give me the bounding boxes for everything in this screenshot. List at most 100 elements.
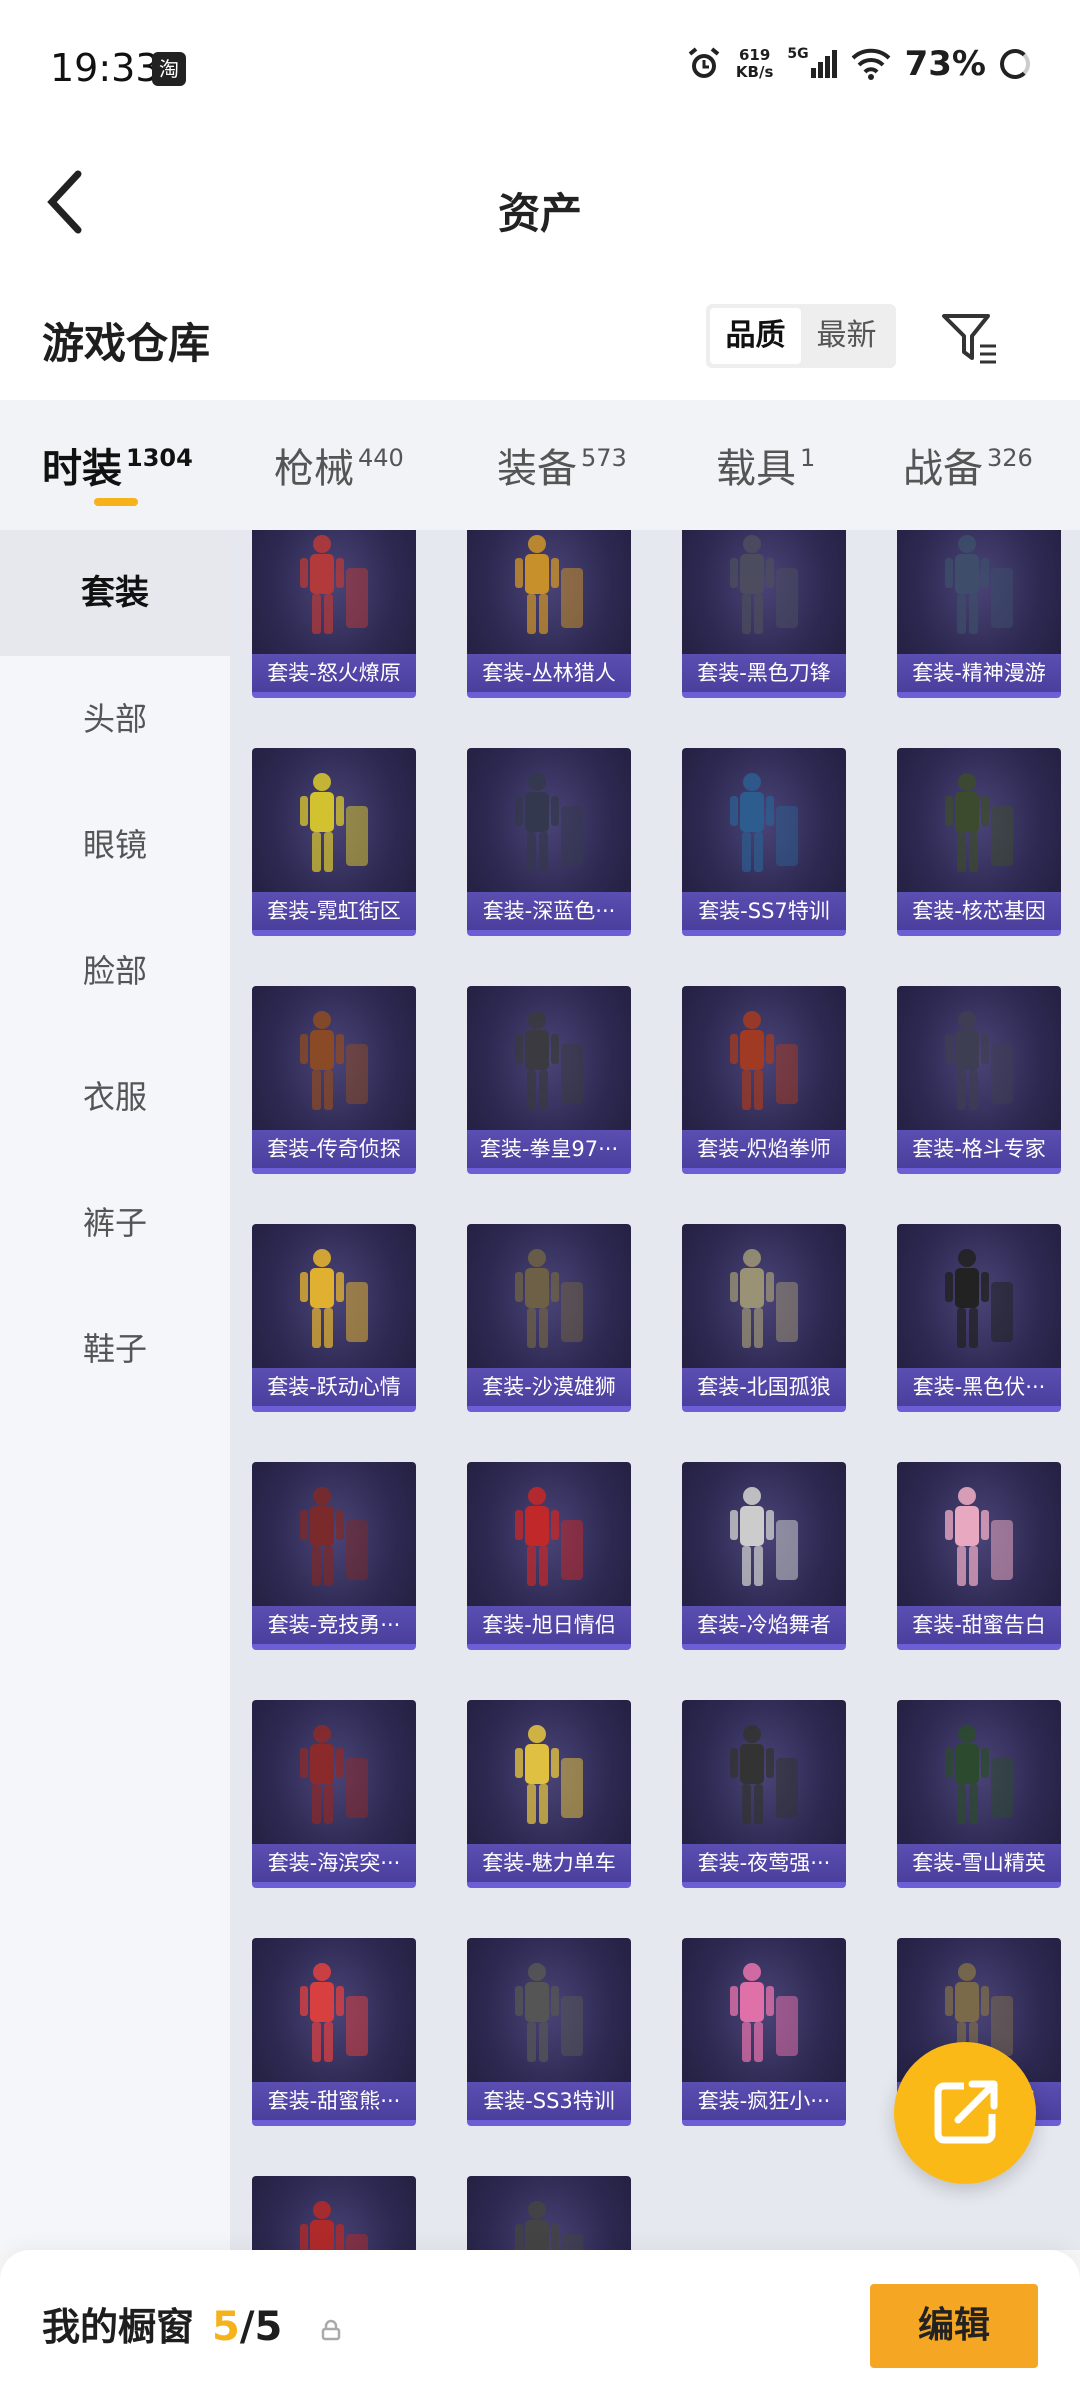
tab-firearms[interactable]: 枪械 440 (274, 436, 404, 494)
item-card-label: 套装-冷焰舞者 (682, 1606, 846, 1644)
item-card[interactable]: 套装-黑色刀锋 (682, 530, 846, 698)
outfit-image (300, 535, 368, 634)
item-card[interactable]: 套装-北国孤狼 (682, 1224, 846, 1412)
item-card[interactable]: 套装-传奇侦探 (252, 986, 416, 1174)
item-grid: 套装-怒火燎原 套装-丛林猎人 套装-黑色刀锋 套装-精神漫游套装-霓虹街区 套装-深蓝… (230, 530, 1080, 2250)
item-card-label: 套装-传奇侦探 (252, 1130, 416, 1168)
item-card[interactable]: 套装-精神漫游 (897, 530, 1061, 698)
item-card[interactable]: 套装-黑色伏··· (897, 1224, 1061, 1412)
battery-ring-icon (1000, 49, 1030, 79)
tab-label: 装备 (497, 446, 577, 492)
item-card-label: 套装-怒火燎原 (252, 654, 416, 692)
item-card-label: 套装-甜蜜熊··· (252, 2082, 416, 2120)
item-card[interactable]: 套装-魅力单车 (467, 1700, 631, 1888)
item-card[interactable]: 套装-SS7特训 (682, 748, 846, 936)
outfit-image (515, 2201, 583, 2250)
outfit-image (300, 1011, 368, 1110)
share-button[interactable] (894, 2042, 1036, 2184)
item-card[interactable]: 套装-沙漠雄狮 (467, 1224, 631, 1412)
battery-level: 73% (904, 44, 986, 84)
item-card-label: 套装-海滨突··· (252, 1844, 416, 1882)
outfit-image (945, 535, 1013, 634)
tab-count: 1 (800, 444, 816, 472)
item-card-label: 套装-核芯基因 (897, 892, 1061, 930)
net-speed-unit: KB/s (735, 63, 774, 81)
tab-equipment[interactable]: 装备 573 (497, 436, 627, 494)
item-card-label: 套装-深蓝色··· (467, 892, 631, 930)
outfit-image (515, 1725, 583, 1824)
outfit-image (515, 1011, 583, 1110)
share-icon (934, 2078, 1000, 2144)
status-time: 19:33 (50, 46, 160, 90)
sidebar-item-outfit[interactable]: 套装 (0, 530, 230, 656)
outfit-image (515, 535, 583, 634)
sidebar-item-face[interactable]: 脸部 (0, 908, 230, 1034)
item-card[interactable]: 套装-海滨突··· (252, 1700, 416, 1888)
item-card[interactable]: 套装-夜莺强··· (682, 1700, 846, 1888)
status-indicators: 619 KB/s 5G 73% (686, 44, 1030, 84)
item-card-label: 套装-霓虹街区 (252, 892, 416, 930)
edit-button[interactable]: 编辑 (870, 2284, 1038, 2368)
tab-vehicles[interactable]: 载具 1 (716, 436, 815, 494)
page-title: 资产 (497, 189, 582, 238)
filter-icon[interactable] (940, 310, 1000, 366)
outfit-image (300, 773, 368, 872)
item-card[interactable]: 套装-雪山精英 (897, 1700, 1061, 1888)
item-card[interactable] (252, 2176, 416, 2250)
item-card[interactable]: 套装-格斗专家 (897, 986, 1061, 1174)
sidebar-item-head[interactable]: 头部 (0, 656, 230, 782)
item-card[interactable]: 套装-深蓝色··· (467, 748, 631, 936)
item-card-label: 套装-黑色刀锋 (682, 654, 846, 692)
tab-count: 440 (358, 444, 404, 472)
item-card[interactable]: 套装-霓虹街区 (252, 748, 416, 936)
outfit-image (945, 1249, 1013, 1348)
item-card-label: 套装-丛林猎人 (467, 654, 631, 692)
item-card-label: 套装-黑色伏··· (897, 1368, 1061, 1406)
net-speed: 619 KB/s (736, 47, 773, 81)
item-card[interactable]: 套装-甜蜜告白 (897, 1462, 1061, 1650)
item-card[interactable]: 套装-甜蜜熊··· (252, 1938, 416, 2126)
item-card-label: 套装-炽焰拳师 (682, 1130, 846, 1168)
item-card-label: 套装-SS7特训 (682, 892, 846, 930)
item-card[interactable]: 套装-冷焰舞者 (682, 1462, 846, 1650)
item-card-label: 套装-精神漫游 (897, 654, 1061, 692)
outfit-image (730, 1249, 798, 1348)
item-card[interactable]: 套装-旭日情侣 (467, 1462, 631, 1650)
item-card[interactable]: 套装-炽焰拳师 (682, 986, 846, 1174)
tab-supplies[interactable]: 战备 326 (903, 436, 1033, 494)
outfit-image (300, 1725, 368, 1824)
tab-count: 573 (581, 444, 627, 472)
tab-fashion[interactable]: 时装 1304 (42, 436, 193, 494)
item-card[interactable]: 套装-丛林猎人 (467, 530, 631, 698)
item-card[interactable]: 套装-怒火燎原 (252, 530, 416, 698)
taobao-app-icon: 淘 (152, 52, 186, 86)
sort-quality-button[interactable]: 品质 (710, 308, 801, 364)
item-card[interactable]: 套装-SS3特训 (467, 1938, 631, 2126)
sort-newest-button[interactable]: 最新 (801, 308, 892, 364)
app-header: 资产 (0, 140, 1080, 270)
outfit-image (300, 1487, 368, 1586)
sidebar-item-shoes[interactable]: 鞋子 (0, 1286, 230, 1412)
item-card[interactable]: 套装-竞技勇··· (252, 1462, 416, 1650)
tab-label: 时装 (42, 446, 122, 492)
tab-label: 战备 (903, 446, 983, 492)
sidebar-item-clothes[interactable]: 衣服 (0, 1034, 230, 1160)
outfit-image (515, 1963, 583, 2062)
item-card[interactable]: 套装-拳皇97··· (467, 986, 631, 1174)
item-card[interactable] (467, 2176, 631, 2250)
showcase-count-current: 5 (212, 2304, 240, 2350)
item-card[interactable]: 套装-跃动心情 (252, 1224, 416, 1412)
sidebar-item-pants[interactable]: 裤子 (0, 1160, 230, 1286)
tab-active-indicator (94, 498, 138, 506)
sidebar-item-glasses[interactable]: 眼镜 (0, 782, 230, 908)
outfit-image (300, 1249, 368, 1348)
outfit-image (945, 1725, 1013, 1824)
tab-label: 枪械 (274, 446, 354, 492)
tab-label: 载具 (716, 446, 796, 492)
showcase-count: 5/5 (212, 2304, 282, 2350)
warehouse-header: 游戏仓库 品质 最新 (0, 270, 1080, 400)
item-card-label: 套装-旭日情侣 (467, 1606, 631, 1644)
item-card[interactable]: 套装-疯狂小··· (682, 1938, 846, 2126)
item-card[interactable]: 套装-核芯基因 (897, 748, 1061, 936)
outfit-image (945, 1011, 1013, 1110)
